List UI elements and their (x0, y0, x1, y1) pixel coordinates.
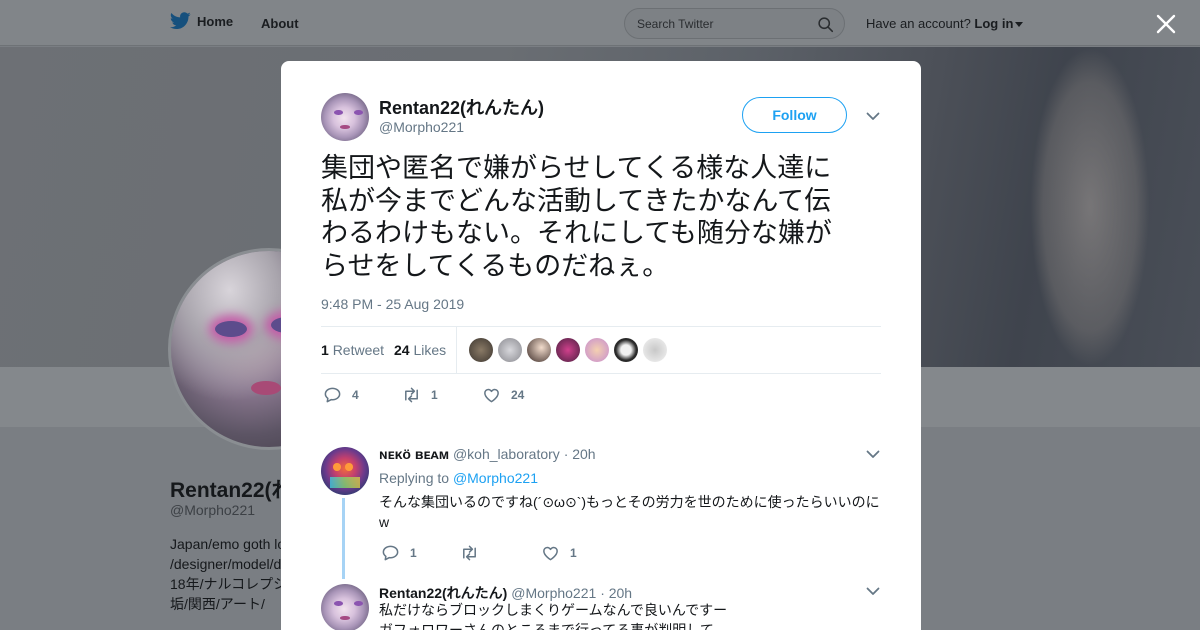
replying-prefix: Replying to (379, 470, 450, 486)
tweet-timestamp[interactable]: 9:48 PM - 25 Aug 2019 (321, 296, 464, 312)
login-link[interactable]: Log in (974, 16, 1013, 31)
reply-count: 1 (410, 546, 417, 560)
retweet-stat-label: Retweet (332, 342, 385, 358)
liker-avatar[interactable] (498, 338, 522, 362)
reply-display-name[interactable]: ɴᴇᴋö ʙᴇᴀᴍ (379, 446, 449, 462)
reply-time[interactable]: · 20h (564, 446, 596, 462)
reply-handle[interactable]: @Morpho221 (511, 585, 596, 601)
tweet-text-line: わるわけもない。それにしても随分な嫌が (321, 218, 832, 248)
heart-icon (543, 546, 558, 561)
chevron-down-icon[interactable] (866, 112, 880, 121)
reply-button[interactable]: 1 (381, 544, 417, 562)
account-prompt-text: Have an account? (866, 16, 971, 31)
reply-text: 私だけならブロックしまくりゲームなんで良いんですー ガフォロワーさんのところまで… (379, 601, 881, 630)
bio-line: Japan/emo goth lo (170, 536, 282, 552)
likes-stat-label: Likes (413, 342, 447, 358)
liker-avatar[interactable] (469, 338, 493, 362)
reply-header: ɴᴇᴋö ʙᴇᴀᴍ @koh_laboratory · 20h (379, 446, 596, 462)
reply-count: 4 (352, 388, 359, 402)
heart-icon (484, 388, 499, 403)
reply-text: そんな集団いるのですね(´⊙ω⊙`)もっとその労力を世のために使ったらいいのに … (379, 493, 881, 532)
search-icon[interactable] (817, 16, 834, 33)
reply-text-line: w (379, 513, 390, 530)
bio-line: /designer/model/d (170, 556, 282, 572)
top-navigation-bar: Home About Search Twitter Have an accoun… (0, 0, 1200, 46)
reply-header: Rentan22(れんたん) @Morpho221 · 20h (379, 583, 632, 603)
replying-to: Replying to @Morpho221 (379, 470, 538, 486)
nav-home-link[interactable]: Home (170, 12, 233, 30)
chevron-down-icon[interactable] (866, 450, 880, 459)
liker-avatar[interactable] (643, 338, 667, 362)
reply-button[interactable]: 4 (323, 386, 359, 404)
bio-line: 垢/関西/アート/ (170, 596, 265, 612)
tweet-stats: 1 Retweet 24 Likes (321, 326, 881, 374)
retweet-button[interactable] (460, 544, 489, 562)
liker-avatar[interactable] (527, 338, 551, 362)
search-input[interactable]: Search Twitter (624, 8, 845, 39)
liker-avatar[interactable] (585, 338, 609, 362)
like-count: 24 (511, 388, 525, 402)
search-placeholder: Search Twitter (637, 16, 714, 31)
banner-image-detail (1030, 47, 1150, 367)
nav-about-link[interactable]: About (261, 16, 299, 31)
liker-avatars (469, 338, 667, 362)
likes-stat-count: 24 (394, 342, 410, 358)
reply-avatar[interactable] (321, 584, 369, 630)
thread-connector (342, 498, 345, 579)
retweet-stat[interactable]: 1 Retweet (321, 342, 384, 358)
liker-avatar[interactable] (614, 338, 638, 362)
author-handle[interactable]: @Morpho221 (379, 119, 464, 135)
author-avatar[interactable] (321, 93, 369, 141)
stats-divider (456, 327, 457, 374)
chevron-down-icon[interactable] (866, 587, 880, 596)
replying-to-link[interactable]: @Morpho221 (453, 470, 538, 486)
reply-handle[interactable]: @koh_laboratory (453, 446, 560, 462)
tweet-text: 集団や匿名で嫌がらせしてくる様な人達に 私が今までどんな活動してきたかなんて伝 … (321, 152, 881, 282)
retweet-icon (463, 545, 476, 561)
caret-down-icon[interactable] (1015, 22, 1024, 28)
profile-bio: Japan/emo goth lo /designer/model/d 18年/… (170, 534, 282, 614)
close-icon[interactable] (1155, 13, 1177, 35)
profile-handle: @Morpho221 (170, 502, 256, 518)
reply-icon (324, 387, 341, 403)
tweet-modal: Rentan22(れんたん) @Morpho221 Follow 集団や匿名で嫌… (281, 61, 921, 630)
tweet-text-line: らせをしてくるものだねぇ。 (321, 250, 670, 281)
follow-button[interactable]: Follow (742, 97, 847, 133)
author-name[interactable]: Rentan22(れんたん) (379, 94, 544, 120)
tweet-text-line: 私が今までどんな活動してきたかなんて伝 (321, 185, 832, 216)
like-count: 1 (570, 546, 577, 560)
tweet-text-line: 集団や匿名で嫌がらせしてくる様な人達に (321, 153, 832, 183)
reply-time[interactable]: · 20h (600, 585, 632, 601)
reply-text-line: ガフォロワーさんのところまで行ってる事が判明して (379, 621, 714, 630)
retweet-stat-count: 1 (321, 342, 329, 358)
liker-avatar[interactable] (556, 338, 580, 362)
likes-stat[interactable]: 24 Likes (394, 342, 446, 358)
nav-home-label: Home (197, 13, 234, 29)
retweet-icon (405, 387, 418, 403)
profile-name: Rentan22(れんたん) (170, 479, 282, 502)
like-button[interactable]: 24 (482, 386, 524, 404)
account-prompt: Have an account? Log in (866, 16, 1024, 31)
retweet-button[interactable]: 1 (402, 386, 438, 404)
reply-display-name[interactable]: Rentan22(れんたん) (379, 585, 507, 601)
reply-text-line: 私だけならブロックしまくりゲームなんで良いんですー (379, 602, 728, 618)
like-button[interactable]: 1 (541, 544, 577, 562)
retweet-count: 1 (431, 388, 438, 402)
reply-icon (382, 545, 399, 561)
twitter-bird-icon (170, 12, 191, 30)
bio-line: 18年/ナルコレプシ (170, 576, 282, 592)
reply-text-line: そんな集団いるのですね(´⊙ω⊙`)もっとその労力を世のために使ったらいいのに (379, 494, 880, 510)
reply-avatar[interactable] (321, 447, 369, 495)
